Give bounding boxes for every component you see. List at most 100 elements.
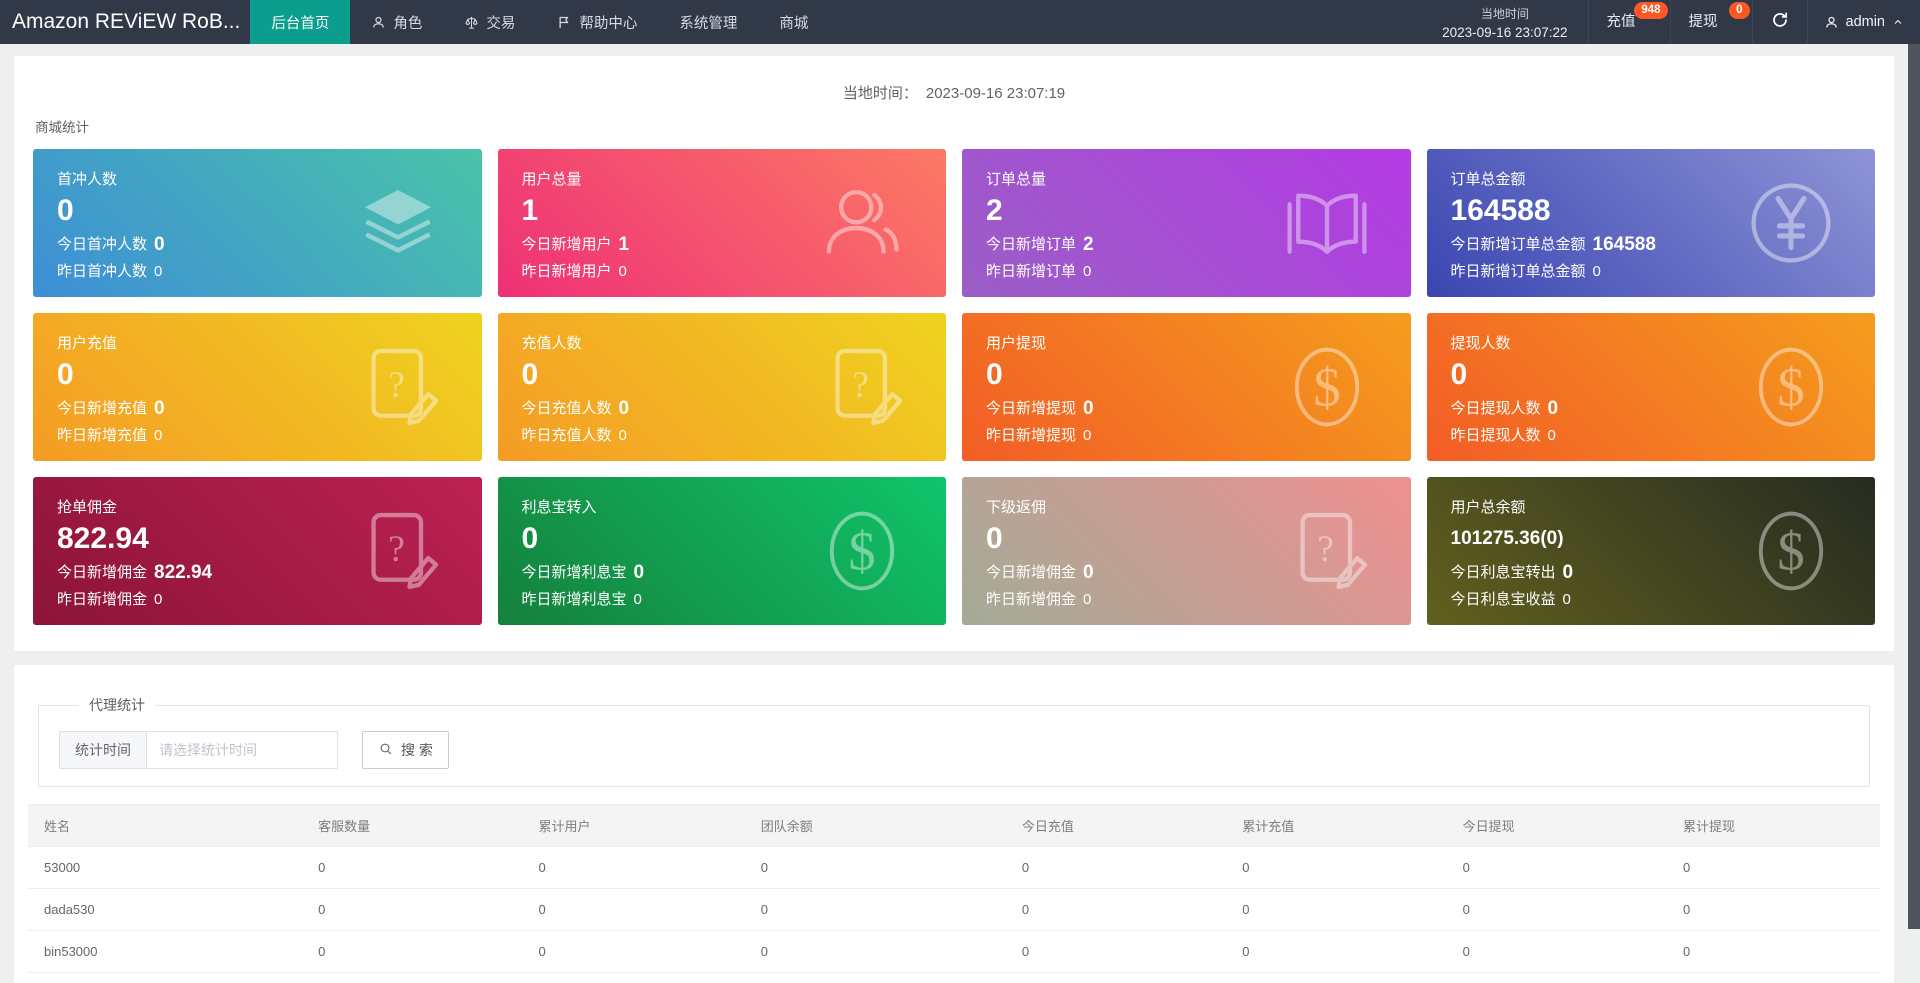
today-label: 今日新增用户 bbox=[522, 236, 612, 253]
top-navbar: Amazon REViEW RoB... 后台首页角色交易帮助中心系统管理商城 … bbox=[0, 0, 1920, 44]
user-menu[interactable]: admin bbox=[1808, 14, 1920, 30]
stat-card-5: 用户充值0今日新增充值0昨日新增充值0? bbox=[33, 313, 482, 461]
menu-item-1[interactable]: 后台首页 bbox=[250, 0, 350, 44]
book-icon bbox=[1281, 177, 1373, 269]
yesterday-value: 0 bbox=[1083, 591, 1091, 608]
stat-card-12: 用户总余额101275.36(0)今日利息宝转出0今日利息宝收益0$ bbox=[1427, 477, 1876, 625]
table-cell: 0 bbox=[1226, 847, 1446, 889]
withdraw-badge: 0 bbox=[1729, 2, 1749, 19]
today-value: 1 bbox=[619, 234, 630, 255]
yesterday-label: 昨日新增充值 bbox=[57, 427, 147, 444]
navbar-time-value: 2023-09-16 23:07:22 bbox=[1442, 23, 1567, 43]
today-value: 0 bbox=[619, 398, 630, 419]
navbar-time: 当地时间 2023-09-16 23:07:22 bbox=[1422, 2, 1587, 43]
table-cell: 0 bbox=[302, 889, 522, 931]
user-icon bbox=[1824, 15, 1839, 30]
table-cell: 0 bbox=[1667, 889, 1880, 931]
yesterday-label: 昨日新增佣金 bbox=[57, 591, 147, 608]
yesterday-label: 昨日新增订单总金额 bbox=[1451, 263, 1586, 280]
today-label: 今日提现人数 bbox=[1451, 400, 1541, 417]
today-value: 0 bbox=[1083, 562, 1094, 583]
table-cell: 0 bbox=[745, 931, 1006, 973]
withdraw-link[interactable]: 提现 0 bbox=[1671, 0, 1752, 44]
yesterday-label: 昨日首冲人数 bbox=[57, 263, 147, 280]
search-button[interactable]: 搜 索 bbox=[362, 731, 449, 769]
table-cell: 0 bbox=[745, 889, 1006, 931]
navbar-menu: 后台首页角色交易帮助中心系统管理商城 bbox=[250, 0, 829, 44]
yesterday-value: 0 bbox=[619, 427, 627, 444]
menu-item-2[interactable]: 角色 bbox=[350, 0, 443, 44]
dollar-circle-icon: $ bbox=[816, 505, 908, 597]
search-label: 搜 索 bbox=[401, 740, 433, 760]
yesterday-value: 0 bbox=[1563, 591, 1571, 608]
local-time-value: 2023-09-16 23:07:19 bbox=[926, 85, 1065, 102]
vertical-scrollbar[interactable] bbox=[1908, 44, 1920, 929]
table-cell: 0 bbox=[522, 847, 744, 889]
stat-card-6: 充值人数0今日充值人数0昨日充值人数0? bbox=[498, 313, 947, 461]
yesterday-label: 昨日新增利息宝 bbox=[522, 591, 627, 608]
stat-card-10: 利息宝转入0今日新增利息宝0昨日新增利息宝0$ bbox=[498, 477, 947, 625]
table-cell: 0 bbox=[1226, 889, 1446, 931]
yesterday-label: 昨日新增佣金 bbox=[986, 591, 1076, 608]
today-value: 164588 bbox=[1593, 234, 1656, 255]
today-label: 今日新增佣金 bbox=[986, 564, 1076, 581]
stats-panel: 当地时间：2023-09-16 23:07:19 商城统计 首冲人数0今日首冲人… bbox=[14, 56, 1894, 651]
today-value: 0 bbox=[1563, 562, 1574, 583]
stat-card-2: 用户总量1今日新增用户1昨日新增用户0 bbox=[498, 149, 947, 297]
yesterday-label: 昨日新增用户 bbox=[522, 263, 612, 280]
file-edit-icon: ? bbox=[816, 341, 908, 433]
agent-fieldset: 代理统计 统计时间 搜 索 bbox=[38, 695, 1870, 787]
menu-item-5[interactable]: 系统管理 bbox=[658, 0, 758, 44]
people-icon bbox=[816, 177, 908, 269]
stat-card-4: 订单总金额164588今日新增订单总金额164588昨日新增订单总金额0 bbox=[1427, 149, 1876, 297]
navbar-right: 当地时间 2023-09-16 23:07:22 充值 948 提现 0 adm… bbox=[1422, 0, 1920, 44]
search-icon bbox=[378, 741, 394, 760]
svg-text:?: ? bbox=[388, 529, 405, 570]
dollar-circle-icon: $ bbox=[1281, 341, 1373, 433]
table-cell: 0 bbox=[1226, 931, 1446, 973]
dollar-circle-icon: $ bbox=[1745, 505, 1837, 597]
table-cell: 0 bbox=[1006, 889, 1226, 931]
today-label: 今日利息宝转出 bbox=[1451, 564, 1556, 581]
stat-time-label: 统计时间 bbox=[59, 731, 146, 769]
svg-text:$: $ bbox=[848, 521, 875, 582]
agent-table: 姓名客服数量累计用户团队余额今日充值累计充值今日提现累计提现 530000000… bbox=[28, 804, 1880, 973]
yesterday-label: 昨日新增提现 bbox=[986, 427, 1076, 444]
table-header-cell: 团队余额 bbox=[745, 805, 1006, 847]
recharge-link[interactable]: 充值 948 bbox=[1589, 0, 1670, 44]
stat-time-input[interactable] bbox=[146, 731, 338, 769]
today-label: 今日新增订单总金额 bbox=[1451, 236, 1586, 253]
menu-item-label: 后台首页 bbox=[271, 12, 329, 33]
svg-text:?: ? bbox=[1317, 529, 1334, 570]
today-label: 今日新增订单 bbox=[986, 236, 1076, 253]
yesterday-label: 今日利息宝收益 bbox=[1451, 591, 1556, 608]
refresh-button[interactable] bbox=[1753, 11, 1807, 34]
menu-item-6[interactable]: 商城 bbox=[758, 0, 829, 44]
table-cell: 0 bbox=[1667, 931, 1880, 973]
yesterday-label: 昨日充值人数 bbox=[522, 427, 612, 444]
stat-card-1: 首冲人数0今日首冲人数0昨日首冲人数0 bbox=[33, 149, 482, 297]
filter-row: 统计时间 搜 索 bbox=[59, 731, 1849, 769]
stat-card-11: 下级返佣0今日新增佣金0昨日新增佣金0? bbox=[962, 477, 1411, 625]
menu-item-3[interactable]: 交易 bbox=[443, 0, 536, 44]
yesterday-value: 0 bbox=[1083, 263, 1091, 280]
svg-text:$: $ bbox=[1313, 357, 1340, 418]
yesterday-value: 0 bbox=[154, 427, 162, 444]
table-cell: 53000 bbox=[28, 847, 302, 889]
stat-card-8: 提现人数0今日提现人数0昨日提现人数0$ bbox=[1427, 313, 1876, 461]
today-value: 0 bbox=[1083, 398, 1094, 419]
yesterday-value: 0 bbox=[1548, 427, 1556, 444]
stat-card-9: 抢单佣金822.94今日新增佣金822.94昨日新增佣金0? bbox=[33, 477, 482, 625]
refresh-icon bbox=[1771, 11, 1789, 34]
table-header-cell: 累计用户 bbox=[522, 805, 744, 847]
table-header-cell: 累计充值 bbox=[1226, 805, 1446, 847]
svg-text:?: ? bbox=[388, 365, 405, 406]
table-row: bin530000000000 bbox=[28, 931, 1880, 973]
navbar-time-label: 当地时间 bbox=[1442, 6, 1567, 23]
table-cell: 0 bbox=[745, 847, 1006, 889]
yesterday-value: 0 bbox=[1593, 263, 1601, 280]
menu-item-4[interactable]: 帮助中心 bbox=[536, 0, 658, 44]
withdraw-label: 提现 bbox=[1689, 14, 1718, 30]
today-label: 今日充值人数 bbox=[522, 400, 612, 417]
yesterday-value: 0 bbox=[1083, 427, 1091, 444]
